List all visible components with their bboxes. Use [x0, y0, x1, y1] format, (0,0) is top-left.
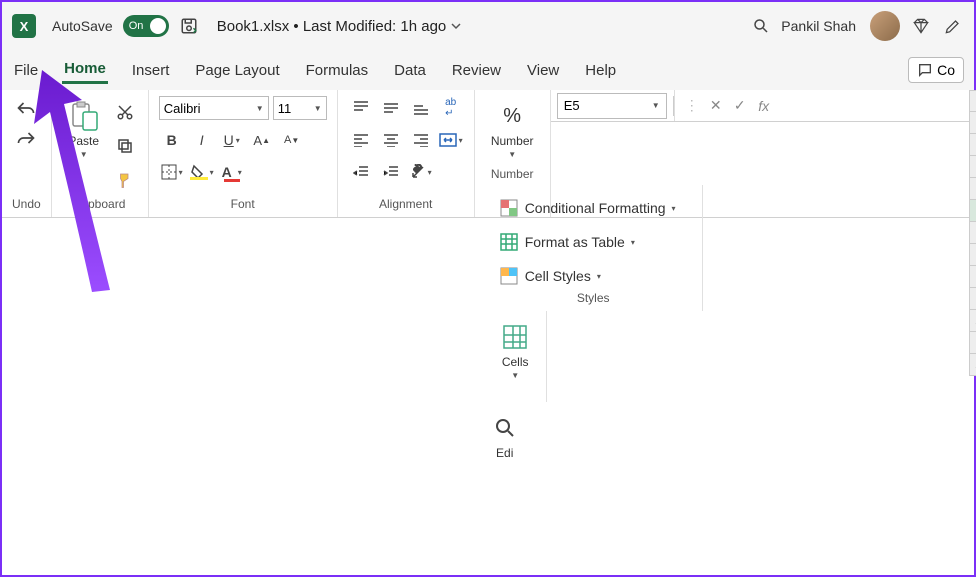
- orientation-button[interactable]: ab▾: [408, 160, 434, 184]
- search-icon[interactable]: [751, 16, 771, 36]
- tab-view[interactable]: View: [525, 58, 561, 83]
- username-label: Pankil Shah: [781, 18, 856, 34]
- group-label-number: Number: [491, 165, 534, 185]
- svg-text:ab: ab: [411, 164, 424, 174]
- align-top-button[interactable]: [348, 96, 374, 120]
- cancel-formula-icon[interactable]: ✕: [705, 97, 727, 114]
- row-header[interactable]: 3: [969, 156, 976, 178]
- fill-color-button[interactable]: ▾: [189, 160, 215, 184]
- row-header[interactable]: 5: [969, 200, 976, 222]
- align-right-button[interactable]: [408, 128, 434, 152]
- row-header[interactable]: 4: [969, 178, 976, 200]
- document-title-text: Book1.xlsx • Last Modified: 1h ago: [217, 18, 447, 35]
- comments-button[interactable]: Co: [908, 57, 964, 83]
- document-title[interactable]: Book1.xlsx • Last Modified: 1h ago: [217, 18, 463, 35]
- fx-icon[interactable]: fx: [753, 98, 775, 114]
- font-name-value: Calibri: [164, 101, 201, 116]
- wrap-text-button[interactable]: ab↵: [438, 96, 464, 120]
- row-header[interactable]: 2: [969, 134, 976, 156]
- align-left-button[interactable]: [348, 128, 374, 152]
- format-as-table-button[interactable]: Format as Table▾: [495, 229, 692, 255]
- number-format-button[interactable]: % Number ▼: [490, 96, 534, 159]
- italic-button[interactable]: I: [189, 128, 215, 152]
- row-header[interactable]: 11: [969, 332, 976, 354]
- format-as-table-label: Format as Table: [525, 234, 625, 250]
- font-color-button[interactable]: A▾: [219, 160, 245, 184]
- tab-insert[interactable]: Insert: [130, 58, 172, 83]
- font-name-select[interactable]: Calibri▼: [159, 96, 269, 120]
- pen-icon[interactable]: [942, 15, 964, 37]
- align-center-button[interactable]: [378, 128, 404, 152]
- tab-page-layout[interactable]: Page Layout: [193, 58, 281, 83]
- tab-home[interactable]: Home: [62, 56, 108, 84]
- cell-styles-label: Cell Styles: [525, 268, 591, 284]
- name-box[interactable]: E5 ▼: [557, 93, 667, 119]
- group-label-font: Font: [159, 195, 327, 215]
- chevron-down-icon: [450, 20, 462, 32]
- tab-help[interactable]: Help: [583, 58, 618, 83]
- tab-data[interactable]: Data: [392, 58, 428, 83]
- copy-button[interactable]: [112, 134, 138, 158]
- cell-styles-button[interactable]: Cell Styles▾: [495, 263, 692, 289]
- save-icon[interactable]: [179, 16, 199, 36]
- group-label-styles: Styles: [495, 289, 692, 309]
- align-middle-button[interactable]: [378, 96, 404, 120]
- avatar[interactable]: [870, 11, 900, 41]
- editing-button[interactable]: Edi: [483, 408, 527, 460]
- row-header[interactable]: 8: [969, 266, 976, 288]
- merge-center-button[interactable]: ▾: [438, 128, 464, 152]
- drag-handle-icon[interactable]: ⋮: [681, 97, 703, 114]
- font-size-select[interactable]: 11▼: [273, 96, 327, 120]
- row-header[interactable]: 7: [969, 244, 976, 266]
- row-header[interactable]: 9: [969, 288, 976, 310]
- autosave-label: AutoSave: [52, 18, 113, 34]
- formula-input[interactable]: [781, 93, 969, 119]
- diamond-icon[interactable]: [910, 15, 932, 37]
- conditional-formatting-button[interactable]: Conditional Formatting▾: [495, 195, 692, 221]
- undo-button[interactable]: [13, 96, 39, 120]
- group-label-undo: Undo: [12, 195, 41, 215]
- autosave-toggle-on-text: On: [129, 20, 144, 32]
- bold-button[interactable]: B: [159, 128, 185, 152]
- format-painter-button[interactable]: [112, 168, 138, 192]
- row-header[interactable]: 1: [969, 112, 976, 134]
- enter-formula-icon[interactable]: ✓: [729, 97, 751, 114]
- name-box-value: E5: [564, 98, 580, 113]
- number-button-label: Number: [491, 134, 534, 148]
- borders-button[interactable]: ▾: [159, 160, 185, 184]
- underline-button[interactable]: U▾: [219, 128, 245, 152]
- tab-formulas[interactable]: Formulas: [304, 58, 371, 83]
- cells-button-label: Cells: [502, 355, 529, 369]
- autosave-toggle[interactable]: On: [123, 15, 169, 37]
- tab-review[interactable]: Review: [450, 58, 503, 83]
- decrease-indent-button[interactable]: [348, 160, 374, 184]
- redo-button[interactable]: [13, 126, 39, 150]
- increase-font-button[interactable]: A▲: [249, 128, 275, 152]
- editing-button-label: Edi: [496, 446, 513, 460]
- excel-app-icon: X: [12, 14, 36, 38]
- decrease-font-button[interactable]: A▼: [279, 128, 305, 152]
- conditional-formatting-label: Conditional Formatting: [525, 200, 666, 216]
- font-size-value: 11: [278, 101, 292, 116]
- cut-button[interactable]: [112, 100, 138, 124]
- row-header[interactable]: 10: [969, 310, 976, 332]
- tab-file[interactable]: File: [12, 58, 40, 83]
- row-header[interactable]: 12: [969, 354, 976, 376]
- align-bottom-button[interactable]: [408, 96, 434, 120]
- group-label-alignment: Alignment: [348, 195, 464, 215]
- select-all-corner[interactable]: [969, 90, 976, 112]
- row-header[interactable]: 6: [969, 222, 976, 244]
- increase-indent-button[interactable]: [378, 160, 404, 184]
- group-label-clipboard: Clipboard: [62, 195, 138, 215]
- paste-button[interactable]: Paste ▼: [62, 96, 106, 159]
- paste-label: Paste: [68, 134, 99, 148]
- comments-button-label: Co: [937, 62, 955, 78]
- cells-button[interactable]: Cells ▼: [493, 317, 537, 380]
